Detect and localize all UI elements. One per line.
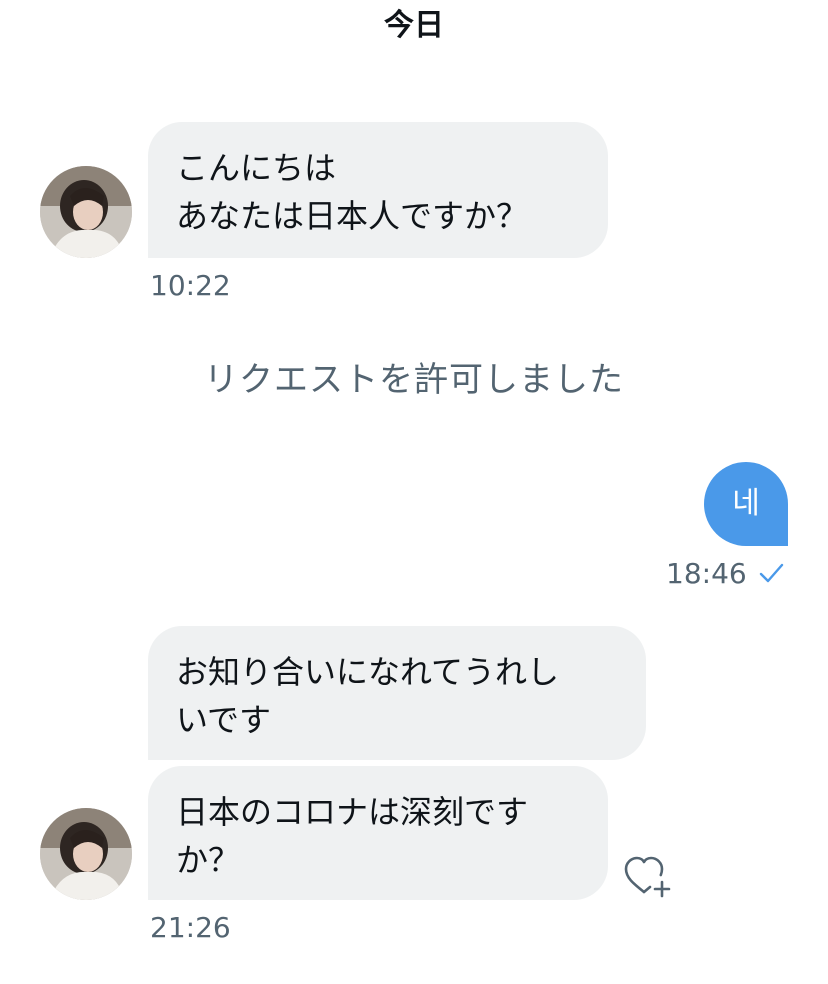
message-bubble-outgoing[interactable]: 네 — [704, 462, 788, 546]
message-bubble-incoming[interactable]: お知り合いになれてうれし いです — [148, 626, 646, 760]
avatar-image — [40, 808, 132, 900]
avatar[interactable] — [40, 166, 132, 258]
message-timestamp: 10:22 — [150, 269, 231, 302]
avatar[interactable] — [40, 808, 132, 900]
date-header: 今日 — [384, 8, 444, 43]
check-icon — [759, 563, 784, 583]
message-timestamp: 21:26 — [150, 911, 231, 944]
message-timestamp: 18:46 — [666, 557, 747, 590]
message-bubble-incoming[interactable]: こんにちは あなたは日本人ですか？ — [148, 122, 608, 258]
avatar-image — [40, 166, 132, 258]
system-note: リクエストを許可しました — [204, 360, 624, 400]
heart-plus-icon[interactable] — [622, 852, 674, 900]
message-bubble-incoming[interactable]: 日本のコロナは深刻です か？ — [148, 766, 608, 900]
